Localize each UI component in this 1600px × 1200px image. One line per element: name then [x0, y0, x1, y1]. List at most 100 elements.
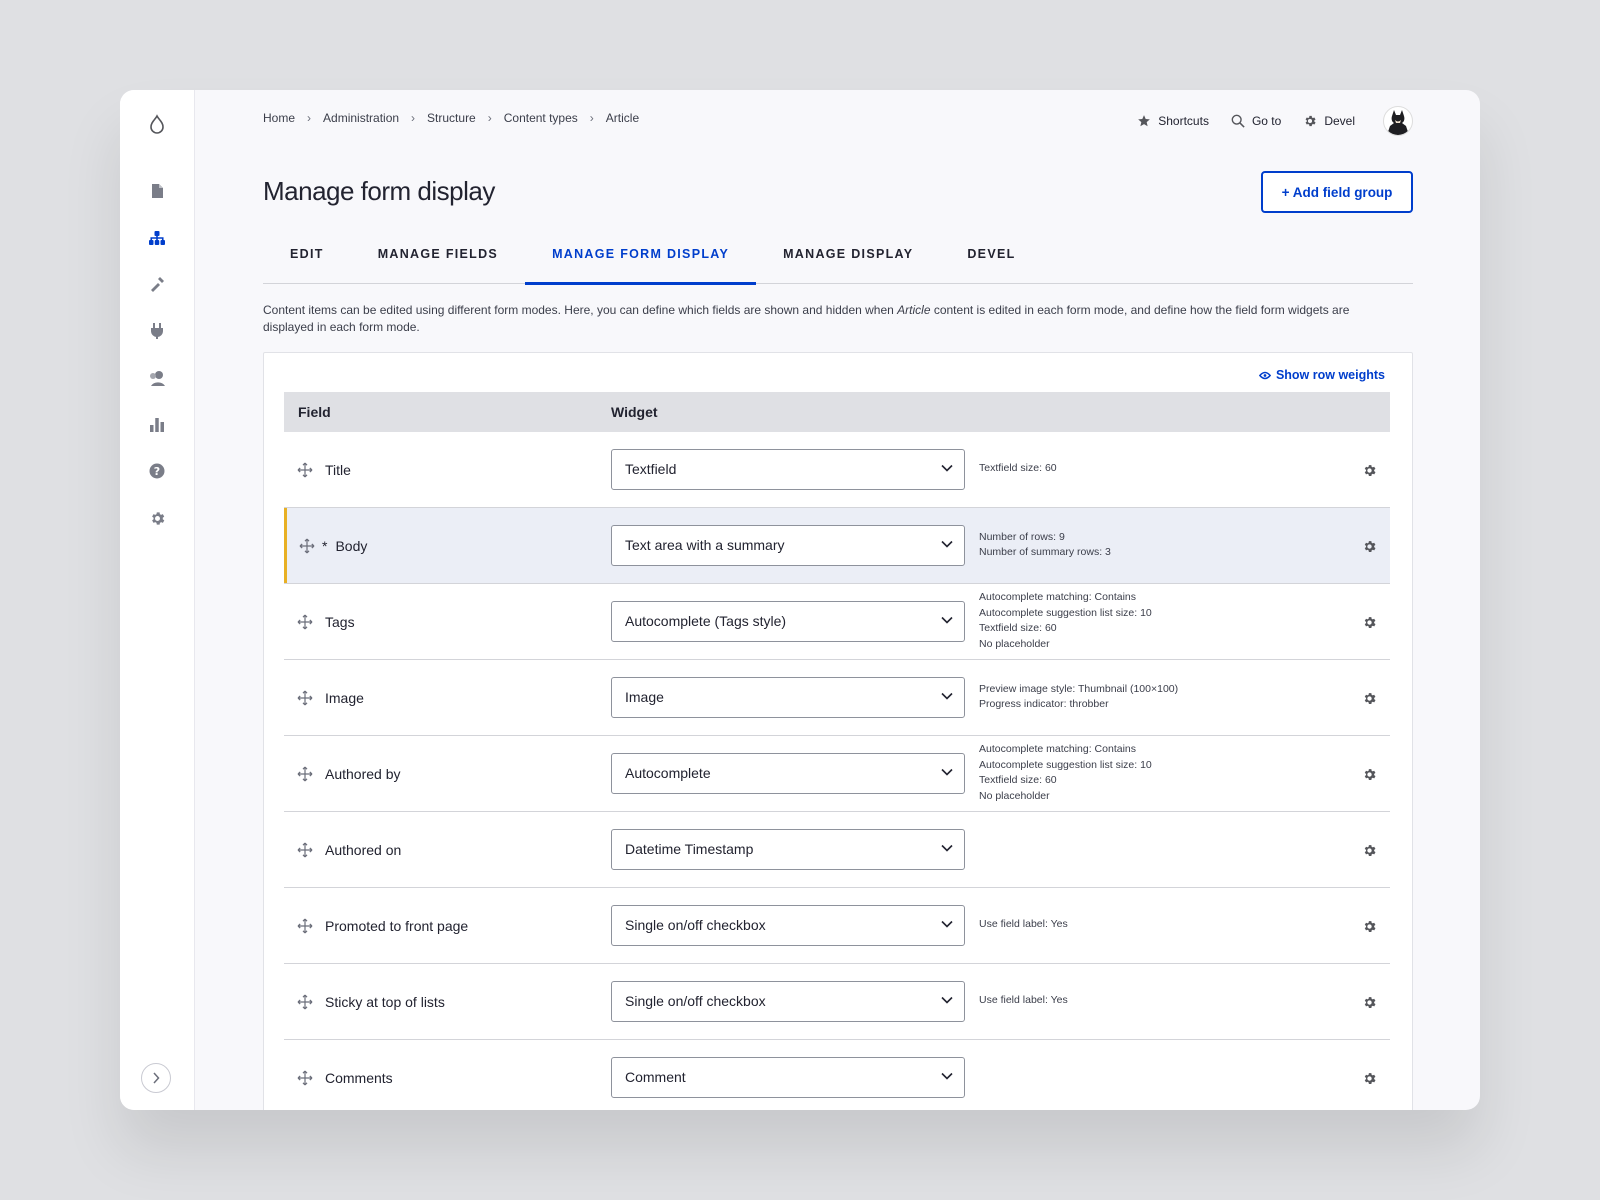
chevron-right-icon: [153, 1072, 160, 1084]
widget-select[interactable]: Comment: [611, 1057, 965, 1098]
gear-icon: [1305, 115, 1316, 127]
widget-settings-gear-icon[interactable]: [1362, 463, 1377, 483]
widget-select[interactable]: Single on/off checkbox: [611, 905, 965, 946]
breadcrumb-content-types[interactable]: Content types: [504, 111, 578, 125]
table-row: Title Textfield Textfield size: 60: [284, 432, 1390, 508]
appearance-icon[interactable]: [144, 271, 170, 297]
summary-line: No placeholder: [979, 637, 1050, 650]
tab-manage-fields[interactable]: MANAGE FIELDS: [351, 240, 525, 284]
widget-select[interactable]: Text area with a summary: [611, 525, 965, 566]
widget-settings-gear-icon[interactable]: [1362, 1071, 1377, 1091]
tab-devel[interactable]: DEVEL: [940, 240, 1042, 284]
widget-settings-gear-icon[interactable]: [1362, 539, 1377, 559]
content-icon[interactable]: [144, 178, 170, 204]
chevron-down-icon: [941, 540, 953, 548]
goto-label: Go to: [1251, 114, 1282, 128]
summary-line: Autocomplete matching: Contains: [979, 743, 1137, 755]
summary-line: Textfield size: 60: [979, 462, 1057, 475]
chevron-down-icon: [941, 844, 953, 852]
widget-settings-gear-icon[interactable]: [1362, 995, 1377, 1015]
extend-icon[interactable]: [144, 318, 170, 344]
drag-handle-icon[interactable]: [297, 766, 313, 787]
widget-settings-gear-icon[interactable]: [1362, 843, 1377, 863]
field-label: Authored on: [325, 842, 401, 858]
devel-label: Devel: [1324, 114, 1355, 128]
widget-select[interactable]: Datetime Timestamp: [611, 829, 965, 870]
field-label: Title: [325, 462, 351, 478]
structure-icon[interactable]: [144, 225, 170, 251]
chevron-down-icon: [941, 692, 953, 700]
widget-select-value: Autocomplete (Tags style): [625, 613, 787, 629]
summary-line: Number of summary rows: 3: [979, 546, 1111, 558]
breadcrumb-separator: ›: [411, 111, 416, 125]
widget-select-value: Text area with a summary: [625, 537, 785, 553]
people-icon[interactable]: [144, 365, 170, 391]
avatar-image: [1387, 110, 1409, 135]
drag-handle-icon[interactable]: [299, 538, 315, 559]
devel-button[interactable]: Devel: [1303, 114, 1355, 128]
drag-handle-icon[interactable]: [297, 994, 313, 1015]
chevron-down-icon: [941, 616, 953, 624]
breadcrumb-administration[interactable]: Administration: [323, 111, 399, 125]
add-field-group-button[interactable]: + Add field group: [1261, 171, 1413, 213]
table-row: * Body Text area with a summary Number of…: [284, 508, 1390, 584]
summary-line: Use field label: Yes: [979, 994, 1068, 1007]
widget-settings-gear-icon[interactable]: [1362, 919, 1377, 939]
chevron-down-icon: [941, 996, 953, 1004]
drag-handle-icon[interactable]: [297, 1070, 313, 1091]
drag-handle-icon[interactable]: [297, 842, 313, 863]
breadcrumb-article[interactable]: Article: [606, 111, 639, 125]
widget-select[interactable]: Autocomplete (Tags style): [611, 601, 965, 642]
tab-manage-form-display[interactable]: MANAGE FORM DISPLAY: [525, 240, 757, 285]
drag-handle-icon[interactable]: [297, 918, 313, 939]
widget-settings-gear-icon[interactable]: [1362, 767, 1377, 787]
show-row-weights-button[interactable]: Show row weights: [1258, 368, 1385, 382]
summary-line: Use field label: Yes: [979, 918, 1068, 931]
table-header: Field Widget: [284, 392, 1390, 432]
summary-line: Preview image style: Thumbnail (100×100): [979, 682, 1179, 695]
breadcrumb-separator: ›: [487, 111, 492, 125]
widget-settings-gear-icon[interactable]: [1362, 691, 1377, 711]
top-toolbar: Shortcuts Go to Devel: [1115, 106, 1413, 136]
drag-handle-icon[interactable]: [297, 614, 313, 635]
tab-edit[interactable]: EDIT: [263, 240, 351, 284]
sidebar-expand-button[interactable]: [141, 1063, 171, 1093]
show-row-weights-label: Show row weights: [1275, 368, 1385, 382]
summary-line: No placeholder: [979, 789, 1050, 802]
breadcrumb-structure[interactable]: Structure: [427, 111, 476, 125]
search-icon: [1231, 114, 1245, 128]
field-label: Authored by: [325, 766, 401, 782]
breadcrumb-separator: ›: [589, 111, 594, 125]
user-avatar[interactable]: [1383, 106, 1413, 136]
shortcuts-button[interactable]: Shortcuts: [1137, 114, 1209, 128]
field-label: Tags: [325, 614, 355, 630]
table-row: Image Image Preview image style: Thumbna…: [284, 660, 1390, 736]
field-rows: Title Textfield Textfield size: 60 * Body…: [284, 432, 1390, 1110]
widget-select-value: Single on/off checkbox: [625, 917, 766, 933]
reports-icon[interactable]: [144, 411, 170, 437]
widget-select[interactable]: Single on/off checkbox: [611, 981, 965, 1022]
table-row: Authored by Autocomplete Autocomplete ma…: [284, 736, 1390, 812]
breadcrumb-home[interactable]: Home: [263, 111, 295, 125]
widget-select-value: Datetime Timestamp: [625, 841, 754, 857]
summary-line: Textfield size: 60: [979, 622, 1057, 634]
widget-select[interactable]: Autocomplete: [611, 753, 965, 794]
field-label-text: Image: [325, 690, 364, 706]
column-header-widget: Widget: [611, 404, 658, 420]
drag-handle-icon[interactable]: [297, 462, 313, 483]
field-label: * Body: [322, 538, 367, 554]
configuration-icon[interactable]: [144, 505, 170, 531]
tab-manage-display[interactable]: MANAGE DISPLAY: [756, 240, 940, 284]
widget-summary: Textfield size: 60: [979, 461, 1057, 477]
drupal-logo-icon[interactable]: [144, 112, 170, 138]
widget-select[interactable]: Textfield: [611, 449, 965, 490]
field-label-text: Sticky at top of lists: [325, 994, 445, 1010]
help-icon[interactable]: ?: [144, 458, 170, 484]
widget-select[interactable]: Image: [611, 677, 965, 718]
required-marker: *: [322, 538, 328, 554]
goto-button[interactable]: Go to: [1231, 114, 1281, 128]
widget-settings-gear-icon[interactable]: [1362, 615, 1377, 635]
drag-handle-icon[interactable]: [297, 690, 313, 711]
page-title: Manage form display: [263, 176, 495, 206]
field-label: Promoted to front page: [325, 918, 468, 934]
